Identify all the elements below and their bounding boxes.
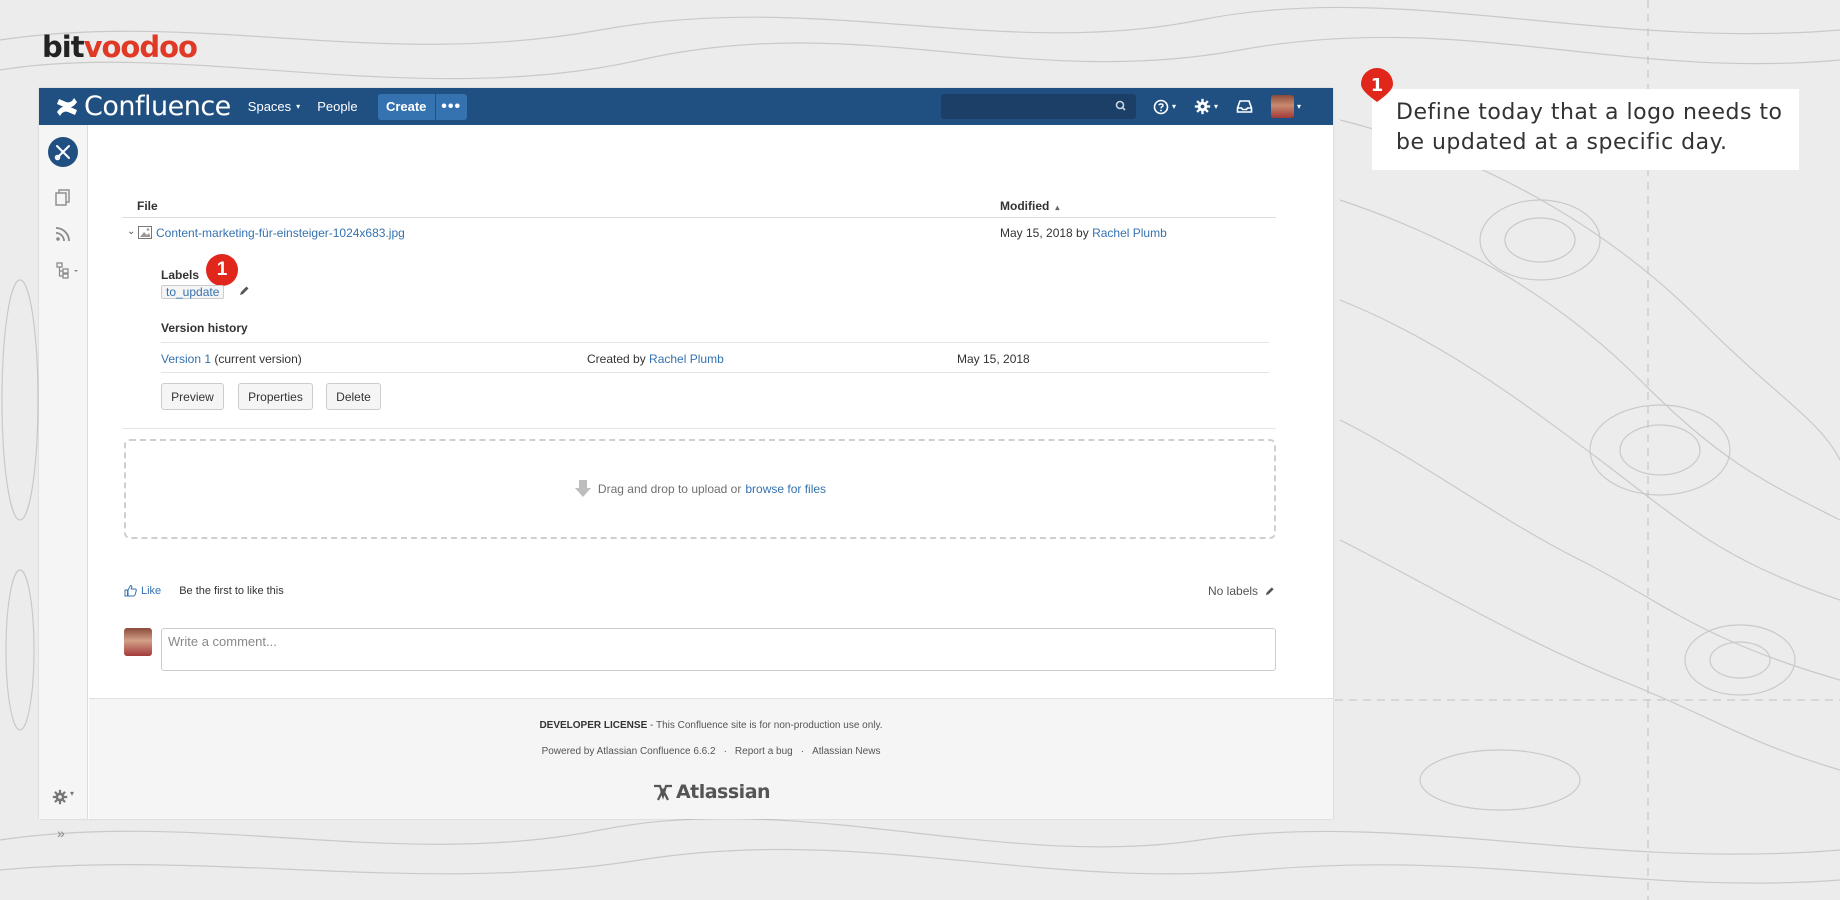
avatar — [124, 628, 152, 656]
space-sidebar: ▾ » — [39, 125, 88, 841]
help-menu[interactable]: ▾ — [1153, 99, 1176, 115]
gear-icon — [52, 789, 68, 805]
like-section: Like Be the first to like this — [124, 584, 284, 597]
brand-part-2: voodoo — [83, 30, 198, 64]
chevron-down-icon: ▾ — [296, 102, 301, 111]
avatar — [1271, 95, 1295, 118]
chevron-down-icon: ▾ — [1214, 102, 1219, 111]
created-by-cell: Created by Rachel Plumb — [587, 352, 724, 366]
atlassian-logo-icon — [653, 784, 672, 801]
file-modified: May 15, 2018 by Rachel Plumb — [1000, 226, 1167, 240]
column-file[interactable]: File — [137, 199, 158, 213]
comment-input[interactable]: Write a comment... — [161, 628, 1276, 671]
no-labels-text: No labels — [1208, 584, 1259, 598]
image-file-icon — [138, 226, 152, 239]
version-date: May 15, 2018 — [957, 352, 1030, 366]
tools-icon — [54, 145, 70, 161]
version-history-heading: Version history — [161, 321, 248, 335]
pencil-icon[interactable] — [1264, 586, 1275, 597]
like-button[interactable]: Like — [141, 585, 161, 597]
modified-by-link[interactable]: Rachel Plumb — [1092, 226, 1167, 240]
help-icon — [1153, 99, 1169, 114]
confluence-logo[interactable]: Confluence — [55, 91, 231, 122]
atlassian-wordmark: Atlassian — [675, 781, 771, 803]
annotation-callout: Define today that a logo needs to be upd… — [1372, 89, 1799, 170]
brand-part-1: bit — [42, 30, 85, 64]
powered-by-link[interactable]: Powered by Atlassian Confluence 6.6.2 — [542, 746, 716, 757]
file-name-link[interactable]: Content-marketing-für-einsteiger-1024x68… — [156, 226, 405, 240]
sort-asc-icon: ▴ — [1055, 203, 1060, 212]
user-menu[interactable]: ▾ — [1271, 95, 1301, 118]
version-link[interactable]: Version 1 — [161, 352, 211, 366]
settings-menu[interactable]: ▾ — [1194, 98, 1218, 115]
atlassian-news-link[interactable]: Atlassian News — [812, 746, 880, 757]
annotation-number: 1 — [1371, 75, 1384, 96]
top-navigation-bar: Confluence Spaces ▾ People Create ••• ▾ … — [39, 88, 1333, 125]
column-modified-label: Modified — [1000, 199, 1050, 213]
expand-sidebar-icon[interactable]: » — [57, 825, 65, 841]
chevron-down-icon[interactable]: ⌄ — [127, 226, 135, 237]
browse-files-link[interactable]: browse for files — [745, 482, 826, 496]
atlassian-logo[interactable]: Atlassian — [89, 781, 1333, 803]
app-name: Confluence — [84, 91, 231, 122]
dropzone-text: Drag and drop to upload or — [597, 482, 742, 496]
label-chip[interactable]: to_update — [161, 285, 225, 299]
search-input[interactable] — [941, 94, 1136, 119]
nav-spaces[interactable]: Spaces ▾ — [248, 99, 300, 114]
thumbs-up-icon[interactable] — [124, 584, 137, 597]
annotation-pin-icon: 1 — [1361, 68, 1393, 102]
annotation-text-line1: Define today that a logo needs to — [1396, 100, 1783, 125]
annotation-marker: 1 — [206, 254, 238, 286]
chevron-down-icon: ▾ — [70, 789, 75, 798]
delete-button[interactable]: Delete — [326, 383, 381, 410]
confluence-logo-icon — [57, 97, 77, 116]
confluence-window: Confluence Spaces ▾ People Create ••• ▾ … — [39, 88, 1333, 841]
nav-people-label: People — [317, 99, 358, 114]
like-summary: Be the first to like this — [179, 584, 284, 597]
preview-button[interactable]: Preview — [161, 383, 224, 410]
properties-button[interactable]: Properties — [238, 383, 313, 410]
report-bug-link[interactable]: Report a bug — [735, 746, 793, 757]
separator: · — [723, 746, 727, 757]
version-cell: Version 1 (current version) — [161, 352, 302, 366]
blog-feed-icon[interactable] — [54, 225, 72, 243]
create-button[interactable]: Create — [377, 93, 435, 120]
license-notice: DEVELOPER LICENSE - This Confluence site… — [89, 720, 1333, 731]
toolbar-icons: ▾ ▾ ▾ — [1153, 95, 1319, 118]
nav-people[interactable]: People — [317, 99, 357, 114]
annotation-text-line2: be updated at a specific day. — [1396, 130, 1728, 155]
gear-icon — [1194, 98, 1211, 115]
created-by-link[interactable]: Rachel Plumb — [649, 352, 724, 366]
labels-heading: Labels — [161, 268, 200, 282]
page-tree-icon[interactable] — [54, 261, 80, 279]
separator: · — [800, 746, 805, 757]
license-type: DEVELOPER LICENSE — [539, 720, 648, 731]
space-avatar[interactable] — [48, 137, 78, 167]
download-arrow-icon — [574, 480, 591, 497]
footer: DEVELOPER LICENSE - This Confluence site… — [89, 698, 1333, 819]
version-note: (current version) — [214, 352, 302, 366]
chevron-down-icon: ▾ — [1172, 102, 1177, 111]
upload-dropzone[interactable]: Drag and drop to upload or browse for fi… — [124, 439, 1276, 539]
nav-spaces-label: Spaces — [247, 99, 292, 114]
footer-links: Powered by Atlassian Confluence 6.6.2 · Re… — [89, 746, 1333, 757]
attachments-table-header: File Modified ▴ — [122, 194, 1276, 218]
bitvoodoo-logo: bitvoodoo — [42, 30, 198, 64]
version-row: Version 1 (current version) Created by R… — [161, 342, 1269, 373]
modified-date: May 15, 2018 by — [1000, 226, 1089, 240]
pencil-icon[interactable] — [238, 285, 250, 297]
chevron-down-icon: ▾ — [1297, 102, 1302, 111]
created-by-prefix: Created by — [587, 352, 646, 366]
inbox-icon — [1236, 100, 1253, 113]
divider — [122, 428, 1276, 429]
space-settings-button[interactable]: ▾ — [52, 789, 78, 807]
search-icon — [1115, 100, 1126, 111]
notifications-button[interactable] — [1236, 99, 1253, 114]
create-more-button[interactable]: ••• — [435, 93, 467, 120]
column-modified[interactable]: Modified ▴ — [1000, 199, 1059, 213]
no-labels: No labels — [1208, 584, 1275, 598]
license-text: - This Confluence site is for non-produc… — [647, 720, 883, 731]
pages-icon[interactable] — [54, 188, 72, 206]
